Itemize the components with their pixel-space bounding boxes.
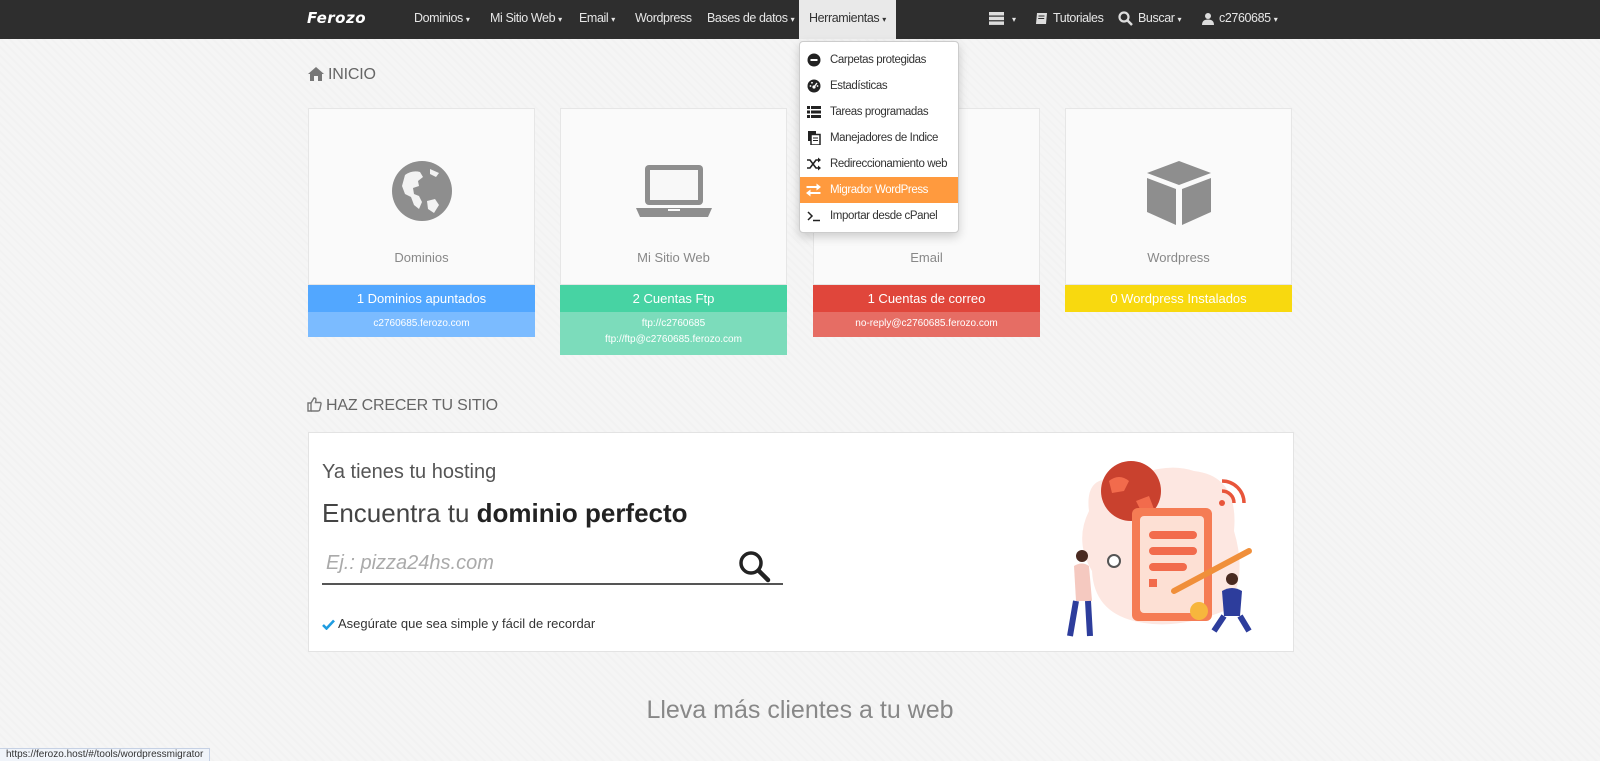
- globe-icon: [391, 161, 452, 221]
- menu-item-manejadores-de-indice[interactable]: Manejadores de Indice: [800, 125, 958, 151]
- brand-logo[interactable]: Ferozo: [307, 9, 366, 27]
- card-label: Mi Sitio Web: [637, 250, 710, 265]
- card-wordpress-count[interactable]: 0 Wordpress Instalados: [1065, 285, 1292, 312]
- bottom-section-title: Lleva más clientes a tu web: [646, 696, 954, 724]
- domain-search-panel: Ya tienes tu hosting Encuentra tu domini…: [308, 432, 1294, 652]
- nav-label: Bases de datos: [707, 11, 788, 25]
- user-icon: [1202, 13, 1214, 26]
- nav-tutoriales[interactable]: Tutoriales: [1035, 0, 1104, 39]
- chevron-down-icon: ▾: [465, 15, 470, 24]
- section-title-text: INICIO: [328, 66, 376, 83]
- card-label: Email: [910, 250, 943, 265]
- nav-label: Dominios: [414, 11, 463, 25]
- nav-label: Mi Sitio Web: [490, 11, 556, 25]
- chevron-down-icon: ▾: [1177, 15, 1182, 24]
- search-icon[interactable]: [737, 549, 771, 583]
- card-email-count[interactable]: 1 Cuentas de correo: [813, 285, 1040, 312]
- menu-item-label: Carpetas protegidas: [830, 54, 926, 66]
- top-navbar: Ferozo Dominios ▾ Mi Sitio Web ▾ Email ▾ Wo…: [0, 0, 1600, 39]
- menu-item-importar-desde-cpanel[interactable]: Importar desde cPanel: [800, 203, 958, 229]
- card-mi-sitio-web[interactable]: Mi Sitio Web: [560, 108, 787, 285]
- card-ftp-count[interactable]: 2 Cuentas Ftp: [560, 285, 787, 312]
- hint-text: Asegúrate que sea simple y fácil de reco…: [338, 616, 596, 631]
- card-wordpress[interactable]: Wordpress: [1065, 108, 1292, 285]
- domain-link[interactable]: c2760685.ferozo.com: [308, 316, 535, 332]
- promo-headline: Encuentra tu dominio perfecto: [322, 498, 688, 529]
- check-icon: [322, 619, 335, 631]
- chevron-down-icon: ▾: [882, 15, 886, 24]
- chevron-down-icon: ▾: [611, 15, 615, 24]
- card-dominios-count[interactable]: 1 Dominios apuntados: [308, 285, 535, 312]
- terminal-icon: [807, 211, 820, 222]
- email-link[interactable]: no-reply@c2760685.ferozo.com: [813, 316, 1040, 332]
- nav-dominios[interactable]: Dominios ▾: [414, 0, 470, 39]
- section-title-inicio: INICIO: [308, 66, 376, 84]
- ftp-link[interactable]: ftp://ftp@c2760685.ferozo.com: [560, 332, 787, 348]
- home-icon: [308, 67, 324, 81]
- menu-item-estadisticas[interactable]: Estadísticas: [800, 73, 958, 99]
- shuffle-icon: [807, 157, 821, 171]
- card-dominios-details: c2760685.ferozo.com: [308, 312, 535, 337]
- promo-headline-prefix: Encuentra tu: [322, 498, 477, 528]
- nav-user[interactable]: c2760685 ▾: [1202, 0, 1278, 39]
- promo-headline-bold: dominio perfecto: [476, 498, 688, 528]
- chevron-down-icon: ▾: [1273, 15, 1278, 24]
- nav-email[interactable]: Email ▾: [579, 0, 615, 39]
- nav-mi-sitio-web[interactable]: Mi Sitio Web ▾: [490, 0, 562, 39]
- laptop-icon: [635, 165, 712, 217]
- domain-illustration: [1067, 461, 1252, 637]
- menu-item-carpetas-protegidas[interactable]: Carpetas protegidas: [800, 47, 958, 73]
- domain-search-box: [322, 545, 783, 585]
- card-dominios[interactable]: Dominios: [308, 108, 535, 285]
- menu-item-label: Tareas programadas: [830, 106, 929, 118]
- nav-label: Email: [579, 11, 609, 25]
- nav-bases-de-datos[interactable]: Bases de datos ▾: [707, 0, 795, 39]
- nav-server-menu[interactable]: ▾: [989, 0, 1016, 39]
- nav-wordpress[interactable]: Wordpress: [635, 0, 692, 39]
- card-email-details: no-reply@c2760685.ferozo.com: [813, 312, 1040, 337]
- dashboard-icon: [807, 79, 821, 93]
- nav-label: Tutoriales: [1053, 11, 1104, 25]
- nav-label: c2760685: [1219, 11, 1271, 25]
- nav-herramientas[interactable]: Herramientas ▾: [799, 0, 896, 39]
- menu-item-label: Redireccionamiento web: [830, 158, 948, 170]
- nav-label: Herramientas: [809, 11, 880, 25]
- promo-subtitle: Ya tienes tu hosting: [322, 461, 497, 483]
- menu-item-label: Estadísticas: [830, 80, 888, 92]
- section-title-grow: HAZ CRECER TU SITIO: [307, 397, 498, 415]
- thumbs-up-icon: [307, 397, 322, 412]
- card-label: Wordpress: [1147, 250, 1210, 265]
- list-icon: [807, 106, 821, 118]
- menu-item-tareas-programadas[interactable]: Tareas programadas: [800, 99, 958, 125]
- minus-circle-icon: [807, 53, 821, 67]
- browser-status-url: https://ferozo.host/#/tools/wordpressmig…: [0, 748, 211, 761]
- nav-label: Wordpress: [635, 11, 692, 25]
- files-icon: [808, 131, 821, 145]
- cube-icon: [1146, 161, 1211, 225]
- menu-item-migrador-wordpress[interactable]: Migrador WordPress: [800, 177, 958, 203]
- domain-search-input[interactable]: [322, 545, 722, 581]
- search-hint: Asegúrate que sea simple y fácil de reco…: [322, 616, 595, 631]
- menu-item-label: Migrador WordPress: [830, 184, 929, 196]
- section-title-text: HAZ CRECER TU SITIO: [326, 397, 498, 414]
- card-ftp-details: ftp://c2760685 ftp://ftp@c2760685.ferozo…: [560, 312, 787, 355]
- chevron-down-icon: ▾: [790, 15, 795, 24]
- search-icon: [1118, 11, 1133, 27]
- chevron-down-icon: ▾: [558, 15, 562, 24]
- menu-item-label: Manejadores de Indice: [830, 132, 938, 144]
- card-label: Dominios: [394, 250, 449, 265]
- menu-item-label: Importar desde cPanel: [830, 210, 938, 222]
- nav-buscar[interactable]: Buscar ▾: [1118, 0, 1182, 39]
- chevron-down-icon: ▾: [1012, 15, 1016, 24]
- menu-item-redireccionamiento-web[interactable]: Redireccionamiento web: [800, 151, 958, 177]
- nav-label: Buscar: [1138, 11, 1175, 25]
- exchange-icon: [806, 183, 821, 197]
- ftp-link[interactable]: ftp://c2760685: [560, 316, 787, 332]
- server-icon: [989, 12, 1004, 26]
- tools-dropdown-menu: Carpetas protegidas Estadísticas Tareas …: [799, 41, 959, 233]
- book-icon: [1036, 13, 1047, 25]
